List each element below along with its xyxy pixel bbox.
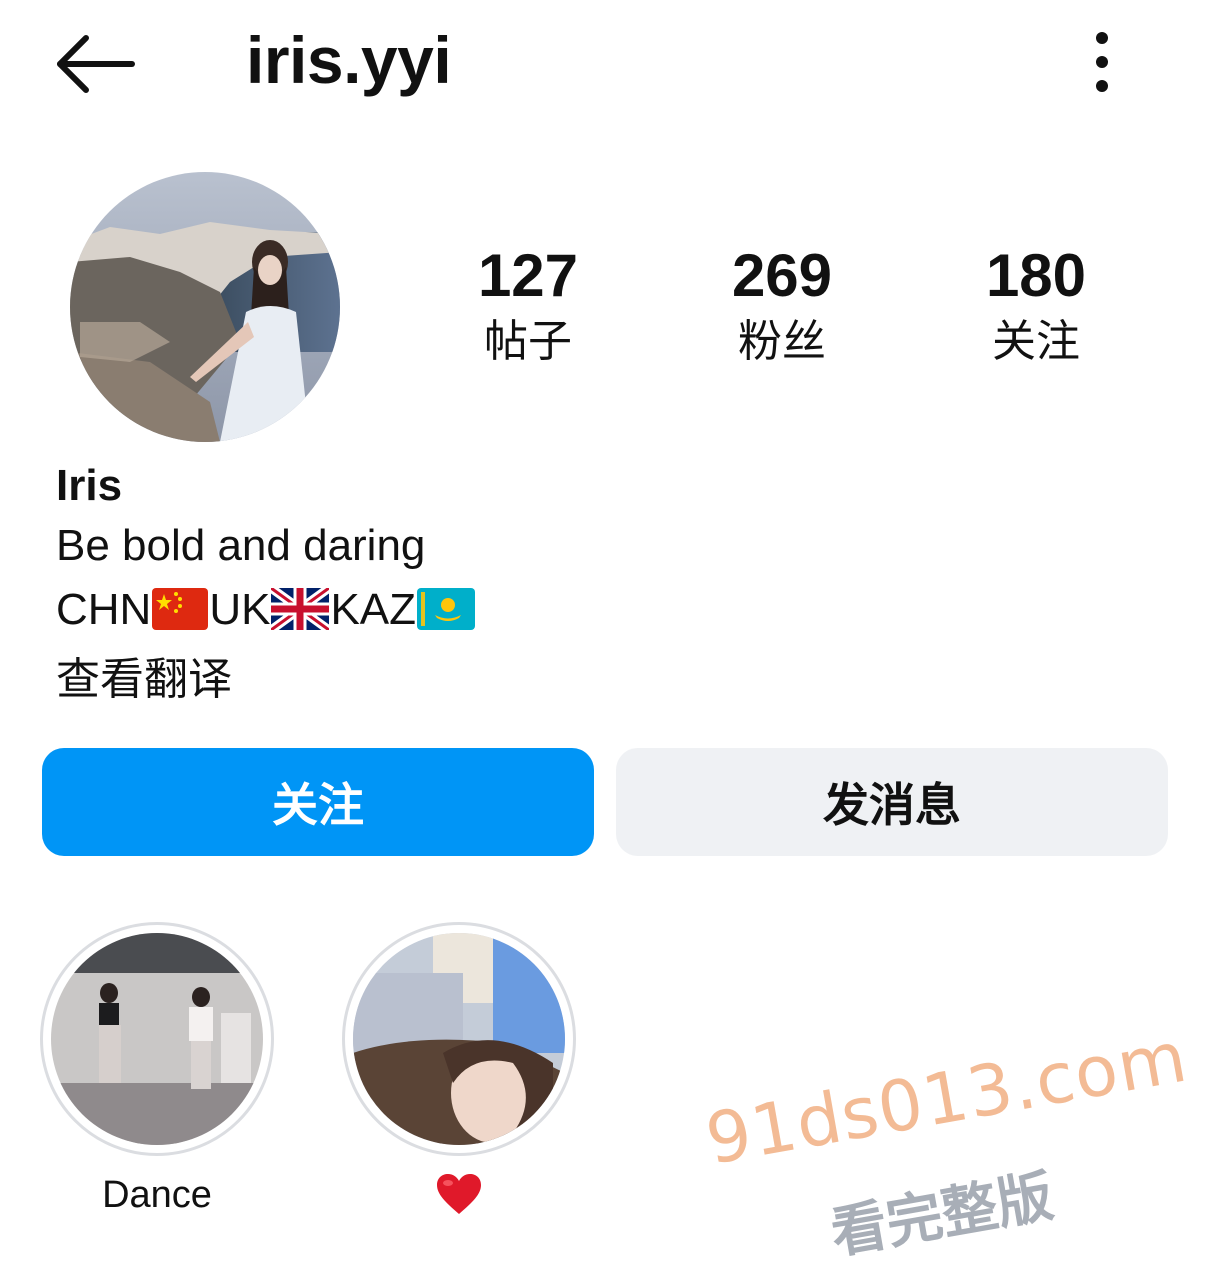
highlight-dance[interactable]: Dance [40,922,274,1218]
profile-bio: Iris Be bold and daring CHN UK KAZ 查看翻译 [56,458,1156,712]
followers-label: 粉丝 [738,316,826,367]
country-kaz: KAZ [330,585,417,634]
uk-flag-icon [268,584,333,648]
profile-username: iris.yyi [246,23,452,97]
see-translation-link[interactable]: 查看翻译 [56,648,1156,712]
profile-avatar[interactable] [70,172,340,442]
stat-following[interactable]: 180 关注 [936,240,1136,372]
china-flag-icon [152,584,209,648]
message-button[interactable]: 发消息 [616,748,1168,856]
arrow-left-icon [57,35,135,93]
watermark-site: 91ds013.com [700,1015,1194,1181]
stat-posts[interactable]: 127 帖子 [428,240,628,372]
following-label: 关注 [992,316,1080,367]
profile-header: iris.yyi [0,0,1211,130]
display-name: Iris [56,461,123,510]
country-uk: UK [209,585,271,634]
highlight-ring [342,922,576,1156]
posts-label: 帖子 [484,316,572,367]
followers-count: 269 [731,242,833,309]
bio-tagline: Be bold and daring [56,521,426,570]
avatar-photo [70,172,340,442]
watermark-text: 看完整版 [826,1163,1059,1267]
back-button[interactable] [52,28,142,100]
highlight-cover [51,933,263,1145]
more-options-button[interactable] [1080,28,1124,100]
country-chn: CHN [56,585,152,634]
highlight-cover [353,933,565,1145]
heart-icon [437,1174,481,1214]
highlight-label-heart [342,1172,576,1227]
highlight-label: Dance [102,1174,212,1216]
highlight-ring [40,922,274,1156]
more-vertical-icon [1096,32,1108,92]
following-count: 180 [985,242,1087,309]
follow-button[interactable]: 关注 [42,748,594,856]
bio-countries: CHN UK KAZ [56,578,1156,648]
stat-followers[interactable]: 269 粉丝 [682,240,882,372]
highlight-heart[interactable] [342,922,576,1227]
kazakhstan-flag-icon [417,584,476,648]
posts-count: 127 [477,242,579,309]
